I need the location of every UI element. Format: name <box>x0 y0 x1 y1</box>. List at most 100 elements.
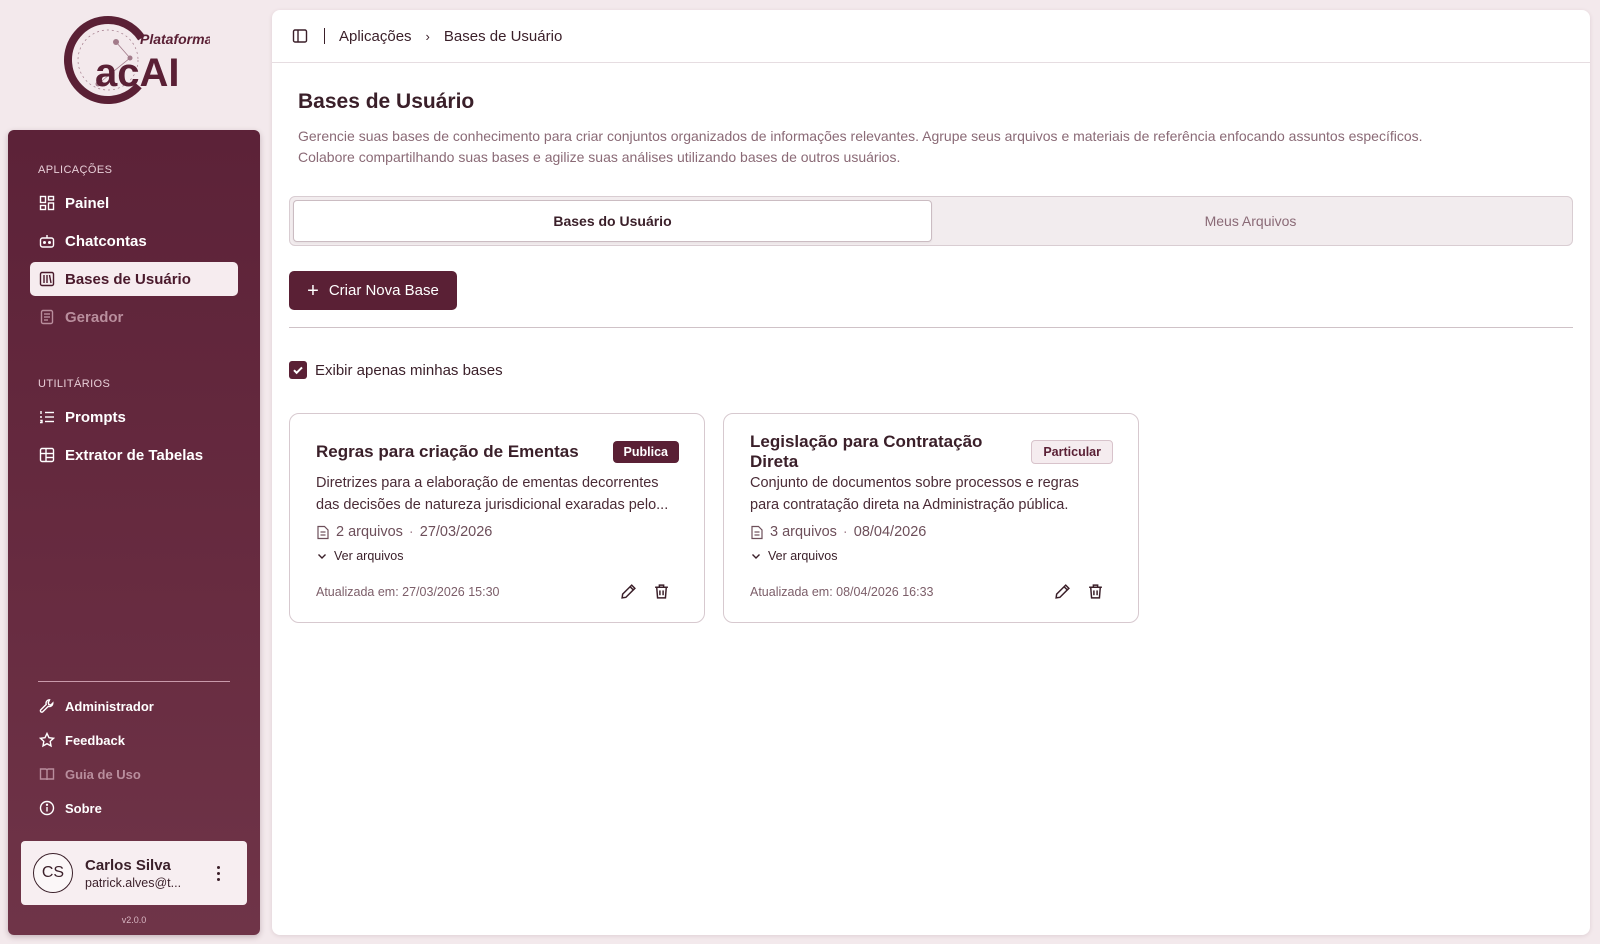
main-panel: Aplicações › Bases de Usuário Bases de U… <box>272 10 1590 935</box>
sidebar-item-label: Chatcontas <box>65 232 147 250</box>
base-card-description-line: para contratação direta na Administração… <box>750 497 1069 513</box>
sidebar-item-bases-de-usuario[interactable]: Bases de Usuário <box>30 262 238 296</box>
file-count: 2 arquivos <box>336 524 403 540</box>
view-files-toggle[interactable]: Ver arquivos <box>750 549 1113 563</box>
app-version: v2.0.0 <box>121 915 147 925</box>
sidebar-heading-apps: APLICAÇÕES <box>38 164 113 176</box>
trash-icon[interactable] <box>653 583 670 600</box>
sidebar-divider <box>38 681 230 682</box>
user-email: patrick.alves@t... <box>85 875 182 890</box>
sidebar-item-prompts[interactable]: Prompts <box>30 400 238 434</box>
sidebar-item-label: Administrador <box>65 698 154 714</box>
updated-at: Atualizada em: 27/03/2026 15:30 <box>316 584 500 599</box>
edit-icon[interactable] <box>620 583 637 600</box>
sidebar-item-feedback[interactable]: Feedback <box>30 725 238 755</box>
sidebar-item-label: Feedback <box>65 732 125 748</box>
breadcrumb-current: Bases de Usuário <box>443 27 563 45</box>
page-title: Bases de Usuário <box>298 90 475 113</box>
page-description-line: Gerencie suas bases de conhecimento para… <box>298 128 1423 144</box>
base-date: 08/04/2026 <box>853 524 927 540</box>
sidebar-toggle-icon[interactable] <box>292 27 310 45</box>
sidebar-item-label: Gerador <box>65 308 124 326</box>
user-info: Carlos Silva patrick.alves@t... <box>85 857 195 890</box>
checkbox-checked-icon[interactable] <box>289 361 307 379</box>
chevron-down-icon <box>318 554 326 559</box>
more-options-icon[interactable] <box>211 865 225 881</box>
sidebar-heading-utils: UTILITÁRIOS <box>38 378 111 390</box>
edit-icon[interactable] <box>1054 583 1071 600</box>
base-card-title: Legislação para Contratação Direta <box>750 432 983 471</box>
dashboard-icon <box>38 194 56 212</box>
chevron-down-icon <box>752 554 760 559</box>
base-card-meta: 3 arquivos · 08/04/2026 <box>750 524 1113 540</box>
filter-my-bases[interactable]: Exibir apenas minhas bases <box>289 361 503 379</box>
divider <box>289 327 1573 328</box>
breadcrumb: Aplicações › Bases de Usuário <box>272 10 1590 63</box>
base-card-title: Regras para criação de Ementas <box>316 442 579 461</box>
sidebar-section-bottom: Administrador Feedback Guia de Uso Sobre <box>8 691 260 827</box>
logo-emblem-icon: Plataforma acAI <box>64 16 210 104</box>
base-card-description: Conjunto de documentos sobre processos e… <box>750 472 1113 516</box>
sidebar-section-apps: APLICAÇÕES Painel Chatcontas Bases de Us… <box>8 162 260 338</box>
status-badge: Particular <box>1031 440 1113 464</box>
sidebar-item-guia-de-uso[interactable]: Guia de Uso <box>30 759 238 789</box>
file-icon <box>751 525 763 539</box>
library-icon <box>38 270 56 288</box>
filter-label: Exibir apenas minhas bases <box>315 361 503 379</box>
updated-at: Atualizada em: 08/04/2026 16:33 <box>750 584 934 599</box>
base-card[interactable]: Legislação para Contratação Direta Parti… <box>723 413 1139 623</box>
sidebar-item-label: Guia de Uso <box>65 766 141 782</box>
document-icon <box>38 308 56 326</box>
base-card-description-line: Conjunto de documentos sobre processos e… <box>750 475 1079 491</box>
file-count: 3 arquivos <box>770 524 837 540</box>
info-icon <box>38 799 56 817</box>
sidebar-item-label: Painel <box>65 194 110 212</box>
wrench-icon <box>38 697 56 715</box>
create-base-label: Criar Nova Base <box>328 282 439 299</box>
sidebar-item-chatcontas[interactable]: Chatcontas <box>30 224 238 258</box>
svg-text:acAI: acAI <box>95 51 180 95</box>
sidebar-item-administrador[interactable]: Administrador <box>30 691 238 721</box>
svg-text:Plataforma: Plataforma <box>140 31 210 47</box>
tab-meus-arquivos[interactable]: Meus Arquivos <box>932 200 1569 242</box>
sidebar-item-label: Bases de Usuário <box>65 270 191 288</box>
sidebar-item-painel[interactable]: Painel <box>30 186 238 220</box>
breadcrumb-separator <box>324 28 325 44</box>
base-card-description: Diretrizes para a elaboração de ementas … <box>316 472 679 516</box>
page-description-line: Colabore compartilhando suas bases e agi… <box>298 149 901 165</box>
base-card-description-line: Diretrizes para a elaboração de ementas … <box>316 475 659 491</box>
sidebar: APLICAÇÕES Painel Chatcontas Bases de Us… <box>8 130 260 935</box>
breadcrumb-root[interactable]: Aplicações <box>339 28 412 45</box>
bot-icon <box>38 232 56 250</box>
base-card-description-line: das decisões de natureza jurisdicional e… <box>316 497 669 513</box>
status-badge: Publica <box>612 441 679 463</box>
book-icon <box>38 765 56 783</box>
brand-logo: Plataforma acAI <box>60 14 210 110</box>
sidebar-section-utils: UTILITÁRIOS Prompts Extrator de Tabelas <box>8 376 260 476</box>
view-files-label: Ver arquivos <box>768 549 838 563</box>
user-name: Carlos Silva <box>85 856 171 874</box>
sidebar-item-label: Sobre <box>65 800 102 816</box>
plus-icon: + <box>307 279 319 302</box>
trash-icon[interactable] <box>1087 583 1104 600</box>
page-description: Gerencie suas bases de conhecimento para… <box>298 126 1558 168</box>
meta-separator: · <box>842 524 848 540</box>
base-card[interactable]: Regras para criação de Ementas Publica D… <box>289 413 705 623</box>
chevron-right-icon: › <box>425 28 430 44</box>
view-files-toggle[interactable]: Ver arquivos <box>316 549 679 563</box>
meta-separator: · <box>408 524 414 540</box>
tabs: Bases do Usuário Meus Arquivos <box>289 196 1573 246</box>
base-date: 27/03/2026 <box>419 524 493 540</box>
sidebar-item-gerador[interactable]: Gerador <box>30 300 238 334</box>
user-card[interactable]: CS Carlos Silva patrick.alves@t... <box>21 841 247 905</box>
sidebar-item-label: Extrator de Tabelas <box>65 446 204 464</box>
sidebar-item-extrator-de-tabelas[interactable]: Extrator de Tabelas <box>30 438 238 472</box>
create-base-button[interactable]: + Criar Nova Base <box>289 271 457 310</box>
base-card-meta: 2 arquivos · 27/03/2026 <box>316 524 679 540</box>
star-icon <box>38 731 56 749</box>
avatar: CS <box>33 853 73 893</box>
tab-bases-do-usuario[interactable]: Bases do Usuário <box>293 200 932 242</box>
table-icon <box>38 446 56 464</box>
sidebar-item-sobre[interactable]: Sobre <box>30 793 238 823</box>
file-icon <box>317 525 329 539</box>
